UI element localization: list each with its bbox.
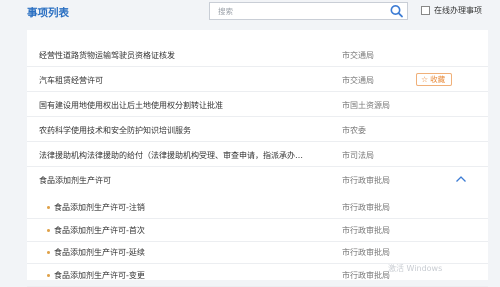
item-dept: 市农委 [342,126,366,135]
bullet-dot [47,229,50,232]
list-item-expandable[interactable]: 食品添加剂生产许可 市行政审批局 [27,168,488,192]
favorite-button[interactable]: ☆ 收藏 [416,73,453,86]
bullet-dot [47,251,50,254]
collapse-button[interactable] [455,174,467,184]
search-icon [390,5,403,18]
bullet-dot [47,274,50,277]
item-dept: 市行政审批局 [342,226,390,235]
item-name: 国有建设用地使用权出让后土地使用权分割转让批准 [39,101,223,110]
item-list: 经营性道路货物运输驾驶员资格证核发 市交通局 汽车租赁经营许可 市交通局 ☆ 收… [27,30,488,287]
item-name: 经营性道路货物运输驾驶员资格证核发 [39,51,175,60]
item-dept: 市司法局 [342,151,374,160]
sub-list-item[interactable]: 食品添加剂生产许可-注销 市行政审批局 [27,195,488,219]
list-item[interactable]: 国有建设用地使用权出让后土地使用权分割转让批准 市国土资源局 [27,93,488,117]
online-filter-label: 在线办理事项 [434,6,482,15]
list-item[interactable]: 汽车租赁经营许可 市交通局 ☆ 收藏 [27,68,488,92]
chevron-up-icon [456,176,466,182]
star-icon: ☆ [421,75,429,84]
item-name: 食品添加剂生产许可-注销 [54,203,145,212]
online-filter-checkbox[interactable] [421,6,430,15]
item-dept: 市交通局 [342,76,374,85]
item-dept: 市国土资源局 [342,101,390,110]
list-item[interactable]: 法律援助机构法律援助的给付（法律援助机构受理、审查申请，指派承办… 市司法局 [27,143,488,167]
sub-list-item[interactable]: 食品添加剂生产许可-延续 市行政审批局 [27,240,488,264]
item-dept: 市行政审批局 [342,248,390,257]
item-name: 农药科学使用技术和安全防护知识培训服务 [39,126,191,135]
search-input[interactable] [210,3,388,19]
favorite-label: 收藏 [430,75,446,84]
item-dept: 市行政审批局 [342,271,390,280]
page-title: 事项列表 [27,7,69,19]
item-name: 汽车租赁经营许可 [39,76,103,85]
item-name: 法律援助机构法律援助的给付（法律援助机构受理、审查申请，指派承办… [39,151,303,160]
item-name: 食品添加剂生产许可-变更 [54,271,145,280]
item-dept: 市行政审批局 [342,203,390,212]
header: 事项列表 在线办理事项 [0,0,500,26]
item-dept: 市行政审批局 [342,176,390,185]
search-box [209,2,408,20]
bullet-dot [47,206,50,209]
item-dept: 市交通局 [342,51,374,60]
list-item[interactable]: 农药科学使用技术和安全防护知识培训服务 市农委 [27,118,488,142]
windows-activation-watermark: 激活 Windows [388,264,443,273]
item-name: 食品添加剂生产许可-延续 [54,248,145,257]
list-item[interactable]: 经营性道路货物运输驾驶员资格证核发 市交通局 [27,43,488,67]
online-filter[interactable]: 在线办理事项 [421,5,482,16]
sub-list-item[interactable]: 食品添加剂生产许可-首次 市行政审批局 [27,218,488,242]
item-name: 食品添加剂生产许可 [39,176,111,185]
item-name: 食品添加剂生产许可-首次 [54,226,145,235]
search-button[interactable] [389,4,405,18]
